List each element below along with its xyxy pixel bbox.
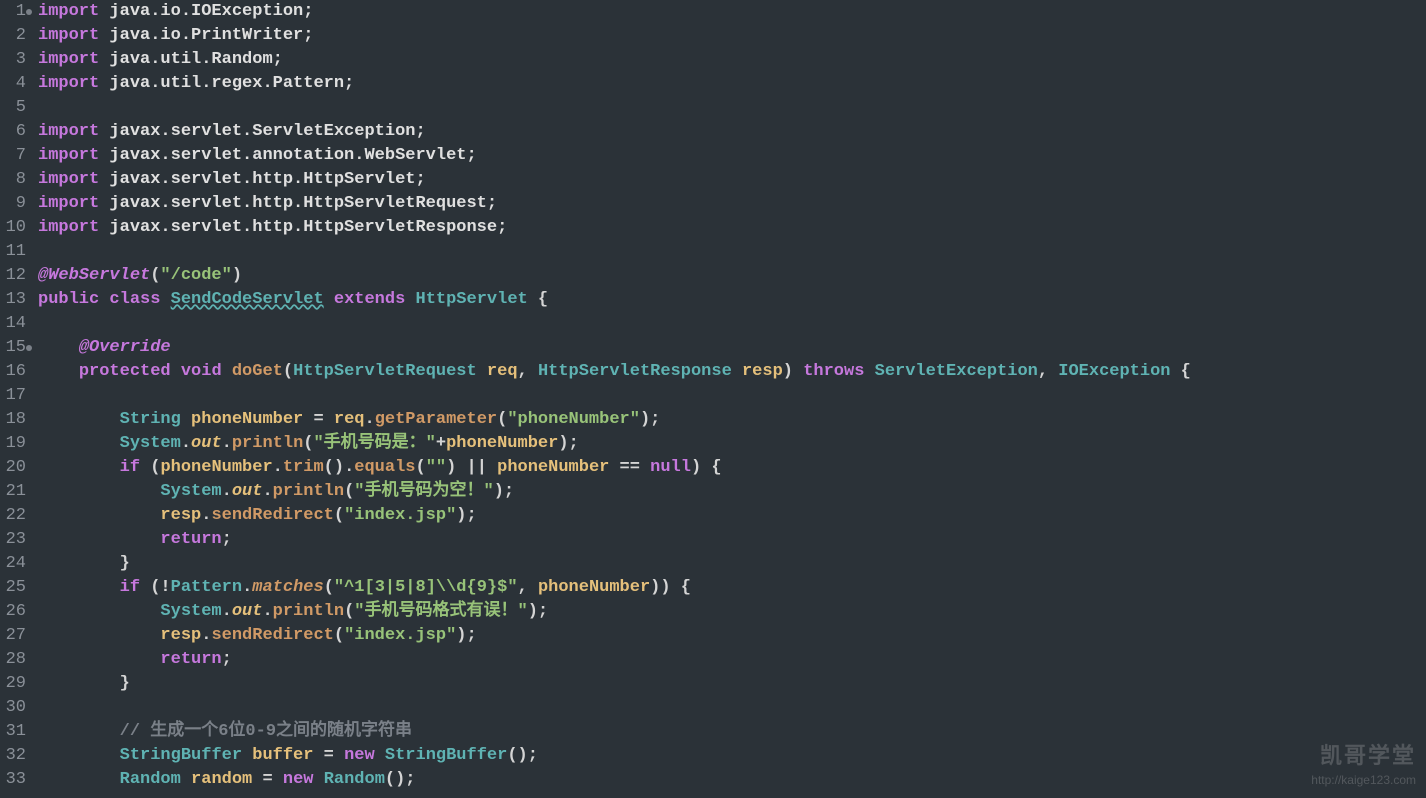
- line-number: 18: [0, 408, 26, 432]
- line-number: 32: [0, 744, 26, 768]
- line-number: 10: [0, 216, 26, 240]
- code-line[interactable]: import javax.servlet.ServletException;: [38, 120, 1191, 144]
- watermark: 凯哥学堂 http://kaige123.com: [1311, 744, 1416, 792]
- line-number: 14: [0, 312, 26, 336]
- line-number: 28: [0, 648, 26, 672]
- code-line[interactable]: import java.util.Random;: [38, 48, 1191, 72]
- line-number: 11: [0, 240, 26, 264]
- code-line[interactable]: StringBuffer buffer = new StringBuffer()…: [38, 744, 1191, 768]
- code-line[interactable]: public class SendCodeServlet extends Htt…: [38, 288, 1191, 312]
- line-number: 1: [0, 0, 26, 24]
- line-number: 19: [0, 432, 26, 456]
- code-line[interactable]: System.out.println("手机号码为空！");: [38, 480, 1191, 504]
- code-line[interactable]: resp.sendRedirect("index.jsp");: [38, 504, 1191, 528]
- code-line[interactable]: import javax.servlet.annotation.WebServl…: [38, 144, 1191, 168]
- line-number: 4: [0, 72, 26, 96]
- line-number: 8: [0, 168, 26, 192]
- code-line[interactable]: [38, 240, 1191, 264]
- line-number: 24: [0, 552, 26, 576]
- code-line[interactable]: protected void doGet(HttpServletRequest …: [38, 360, 1191, 384]
- code-line[interactable]: [38, 312, 1191, 336]
- line-number: 13: [0, 288, 26, 312]
- line-number: 12: [0, 264, 26, 288]
- code-area[interactable]: import java.io.IOException;import java.i…: [30, 0, 1191, 798]
- line-number: 21: [0, 480, 26, 504]
- code-line[interactable]: import java.util.regex.Pattern;: [38, 72, 1191, 96]
- code-line[interactable]: import javax.servlet.http.HttpServlet;: [38, 168, 1191, 192]
- code-line[interactable]: String phoneNumber = req.getParameter("p…: [38, 408, 1191, 432]
- line-number: 3: [0, 48, 26, 72]
- line-number: 30: [0, 696, 26, 720]
- code-line[interactable]: import javax.servlet.http.HttpServletReq…: [38, 192, 1191, 216]
- code-line[interactable]: [38, 384, 1191, 408]
- line-number: 9: [0, 192, 26, 216]
- line-number: 22: [0, 504, 26, 528]
- line-number-gutter: 1234567891011121314151617181920212223242…: [0, 0, 30, 798]
- code-line[interactable]: [38, 96, 1191, 120]
- line-number: 29: [0, 672, 26, 696]
- line-number: 6: [0, 120, 26, 144]
- line-number: 27: [0, 624, 26, 648]
- line-number: 25: [0, 576, 26, 600]
- watermark-title: 凯哥学堂: [1311, 744, 1416, 768]
- code-line[interactable]: @WebServlet("/code"): [38, 264, 1191, 288]
- line-number: 17: [0, 384, 26, 408]
- line-number: 26: [0, 600, 26, 624]
- code-line[interactable]: if (!Pattern.matches("^1[3|5|8]\\d{9}$",…: [38, 576, 1191, 600]
- code-line[interactable]: [38, 696, 1191, 720]
- line-number: 5: [0, 96, 26, 120]
- line-number: 15: [0, 336, 26, 360]
- code-line[interactable]: }: [38, 672, 1191, 696]
- line-number: 33: [0, 768, 26, 792]
- code-line[interactable]: if (phoneNumber.trim().equals("") || pho…: [38, 456, 1191, 480]
- code-line[interactable]: System.out.println("手机号码是："+phoneNumber)…: [38, 432, 1191, 456]
- line-number: 31: [0, 720, 26, 744]
- code-line[interactable]: System.out.println("手机号码格式有误！");: [38, 600, 1191, 624]
- line-number: 7: [0, 144, 26, 168]
- code-line[interactable]: import javax.servlet.http.HttpServletRes…: [38, 216, 1191, 240]
- line-number: 20: [0, 456, 26, 480]
- code-editor[interactable]: 1234567891011121314151617181920212223242…: [0, 0, 1426, 798]
- line-number: 16: [0, 360, 26, 384]
- line-number: 23: [0, 528, 26, 552]
- code-line[interactable]: // 生成一个6位0-9之间的随机字符串: [38, 720, 1191, 744]
- code-line[interactable]: resp.sendRedirect("index.jsp");: [38, 624, 1191, 648]
- code-line[interactable]: Random random = new Random();: [38, 768, 1191, 792]
- code-line[interactable]: }: [38, 552, 1191, 576]
- code-line[interactable]: return;: [38, 648, 1191, 672]
- code-line[interactable]: import java.io.PrintWriter;: [38, 24, 1191, 48]
- code-line[interactable]: return;: [38, 528, 1191, 552]
- code-line[interactable]: @Override: [38, 336, 1191, 360]
- watermark-url: http://kaige123.com: [1311, 768, 1416, 792]
- line-number: 2: [0, 24, 26, 48]
- code-line[interactable]: import java.io.IOException;: [38, 0, 1191, 24]
